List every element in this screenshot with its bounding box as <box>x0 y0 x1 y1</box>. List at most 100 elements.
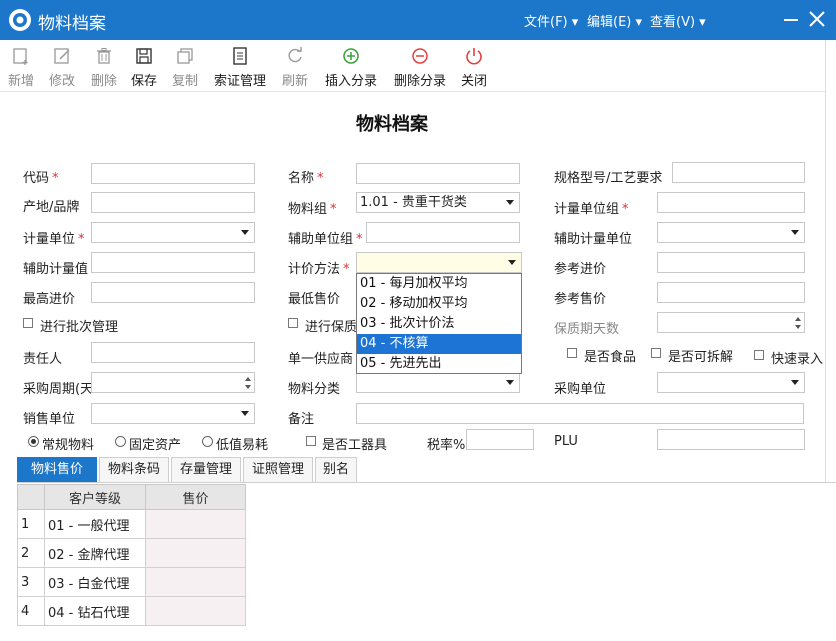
minimize-icon[interactable] <box>780 8 802 30</box>
copy-button[interactable]: 复制 <box>169 46 201 90</box>
batch-label: 进行批次管理 <box>40 320 119 335</box>
radio-consumable[interactable] <box>202 436 213 447</box>
shelf-mgmt-checkbox[interactable] <box>288 318 298 328</box>
valuation-dropdown-list: 01 - 每月加权平均 02 - 移动加权平均 03 - 批次计价法 04 - … <box>356 273 522 374</box>
close-window-icon[interactable] <box>806 8 828 30</box>
stepper-down-icon[interactable] <box>245 385 251 389</box>
app-logo-icon <box>9 9 31 31</box>
is-food-label: 是否食品 <box>584 350 637 365</box>
tab-stock[interactable]: 存量管理 <box>171 457 241 482</box>
form-title: 物料档案 <box>356 114 428 135</box>
doc-list-icon <box>233 47 247 65</box>
group-select[interactable]: 1.01 - 贵重干货类 <box>356 192 520 213</box>
certificate-management-button[interactable]: 索证管理 <box>211 46 269 90</box>
owner-label: 责任人 <box>23 352 63 367</box>
batch-checkbox[interactable] <box>23 318 33 328</box>
refresh-icon <box>288 47 302 63</box>
single-supplier-label: 单一供应商 <box>288 352 354 367</box>
radio-normal[interactable] <box>28 436 39 447</box>
valuation-select[interactable] <box>356 252 522 273</box>
plu-input[interactable] <box>657 429 805 450</box>
stepper-up-icon[interactable] <box>245 377 251 381</box>
stepper-down-icon[interactable] <box>795 325 801 329</box>
chevron-down-icon <box>241 230 249 235</box>
save-button[interactable]: 保存 <box>128 46 160 90</box>
tax-rate-input[interactable] <box>466 429 534 450</box>
table-row[interactable]: 2 02 - 金牌代理 <box>17 538 246 568</box>
valuation-option-selected[interactable]: 04 - 不核算 <box>357 334 521 354</box>
quick-entry-label: 快速录入 <box>771 352 824 367</box>
price-cell[interactable] <box>145 567 246 597</box>
aux-unit-group-input[interactable] <box>366 222 520 243</box>
purchase-cycle-stepper[interactable] <box>91 372 255 393</box>
valuation-option[interactable]: 02 - 移动加权平均 <box>357 294 521 314</box>
menu-file[interactable]: 文件(F) ▾ <box>524 11 578 30</box>
minus-circle-icon <box>412 48 428 64</box>
aux-unit-select[interactable] <box>657 222 805 243</box>
close-button[interactable]: 关闭 <box>458 46 490 90</box>
spec-input[interactable] <box>672 162 805 183</box>
aux-unit-group-label: 辅助单位组 * <box>288 232 363 247</box>
add-button[interactable]: 新增 <box>5 46 37 90</box>
unit-select[interactable] <box>91 222 255 243</box>
name-input[interactable] <box>356 163 520 184</box>
origin-input[interactable] <box>91 192 255 213</box>
ref-sale-input[interactable] <box>657 282 805 303</box>
menu-edit[interactable]: 编辑(E) ▾ <box>587 11 642 30</box>
max-purchase-input[interactable] <box>91 282 255 303</box>
column-header-price: 售价 <box>145 484 246 510</box>
refresh-button[interactable]: 刷新 <box>279 46 311 90</box>
table-row[interactable]: 4 04 - 钻石代理 <box>17 596 246 626</box>
valuation-option[interactable]: 01 - 每月加权平均 <box>357 274 521 294</box>
valuation-option[interactable]: 05 - 先进先出 <box>357 354 521 374</box>
price-cell[interactable] <box>145 596 246 626</box>
tab-sale-price[interactable]: 物料售价 <box>17 457 97 482</box>
is-split-checkbox[interactable] <box>651 348 661 358</box>
code-input[interactable] <box>91 163 255 184</box>
table-row[interactable]: 3 03 - 白金代理 <box>17 567 246 597</box>
level-cell[interactable]: 03 - 白金代理 <box>44 567 146 597</box>
price-cell[interactable] <box>145 538 246 568</box>
save-icon <box>136 48 152 64</box>
menu-view[interactable]: 查看(V) ▾ <box>650 11 706 30</box>
edit-icon <box>54 48 70 64</box>
valuation-label: 计价方法 * <box>288 262 350 277</box>
tab-barcode[interactable]: 物料条码 <box>99 457 169 482</box>
valuation-option[interactable]: 03 - 批次计价法 <box>357 314 521 334</box>
radio-fixed-asset[interactable] <box>115 436 126 447</box>
aux-unit-label: 辅助计量单位 <box>554 232 633 247</box>
spec-label: 规格型号/工艺要求 <box>554 171 663 186</box>
delete-button[interactable]: 删除 <box>88 46 120 90</box>
insert-entry-button[interactable]: 插入分录 <box>322 46 380 90</box>
tab-certificates[interactable]: 证照管理 <box>243 457 313 482</box>
is-tool-label: 是否工器具 <box>322 438 388 453</box>
shelf-days-stepper[interactable] <box>657 312 805 333</box>
tab-alias[interactable]: 别名 <box>315 457 357 482</box>
table-row[interactable]: 1 01 - 一般代理 <box>17 509 246 539</box>
code-label: 代码 * <box>23 171 59 186</box>
owner-input[interactable] <box>91 342 255 363</box>
unit-group-input[interactable] <box>657 192 805 213</box>
quick-entry-checkbox[interactable] <box>754 350 764 360</box>
purchase-unit-select[interactable] <box>657 372 805 393</box>
aux-unit-value-input[interactable] <box>91 252 255 273</box>
stepper-up-icon[interactable] <box>795 317 801 321</box>
level-cell[interactable]: 04 - 钻石代理 <box>44 596 146 626</box>
price-cell[interactable] <box>145 509 246 539</box>
level-cell[interactable]: 02 - 金牌代理 <box>44 538 146 568</box>
remark-input[interactable] <box>356 403 804 424</box>
is-food-checkbox[interactable] <box>567 348 577 358</box>
purchase-unit-label: 采购单位 <box>554 382 607 397</box>
level-cell[interactable]: 01 - 一般代理 <box>44 509 146 539</box>
category-select[interactable] <box>356 372 520 393</box>
sale-unit-select[interactable] <box>91 403 255 424</box>
shelf-days-label: 保质期天数 <box>554 322 620 337</box>
ref-purchase-input[interactable] <box>657 252 805 273</box>
edit-button[interactable]: 修改 <box>46 46 78 90</box>
chevron-down-icon <box>791 380 799 385</box>
name-label: 名称 * <box>288 171 324 186</box>
column-header-level: 客户等级 <box>44 484 146 510</box>
is-tool-checkbox[interactable] <box>306 436 316 446</box>
is-split-label: 是否可拆解 <box>668 350 734 365</box>
delete-entry-button[interactable]: 删除分录 <box>391 46 449 90</box>
